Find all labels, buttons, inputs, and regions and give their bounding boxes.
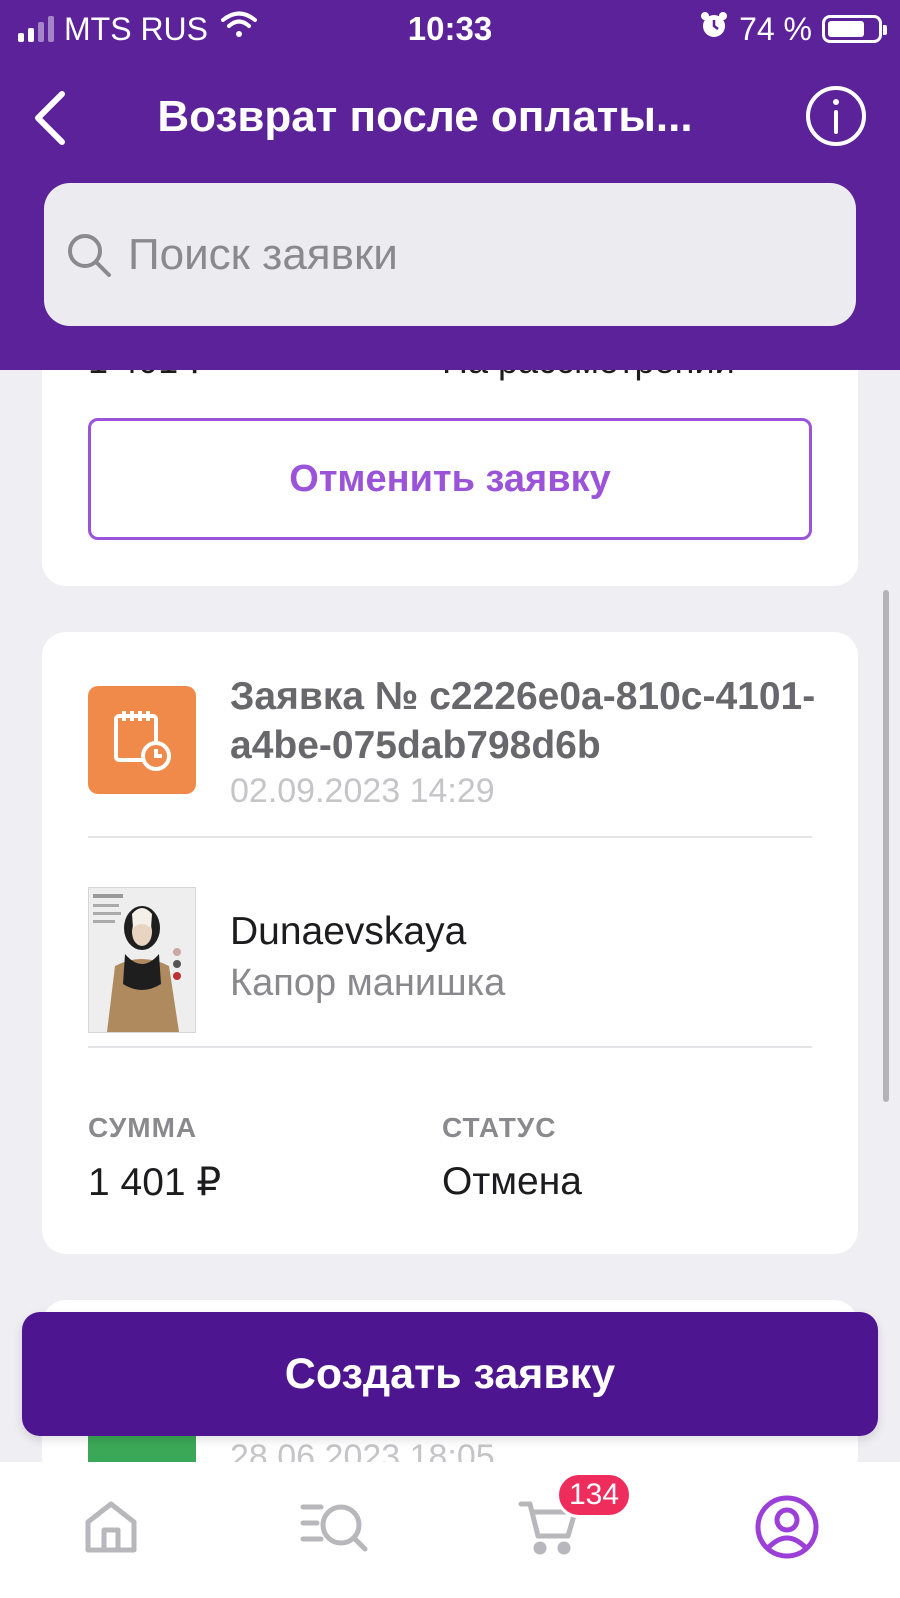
search-bar[interactable]: [44, 183, 856, 326]
divider: [88, 1046, 812, 1048]
cancel-request-button[interactable]: Отменить заявку: [88, 418, 812, 540]
tab-bar: 134: [0, 1462, 900, 1598]
request-title: Заявка № c2226e0a-810c-4101-a4be-075dab7…: [230, 675, 816, 767]
battery-percent: 74 %: [739, 10, 812, 47]
tab-catalog[interactable]: [290, 1484, 380, 1570]
status-label: СТАТУС: [442, 1112, 557, 1143]
status-value: Отмена: [442, 1160, 582, 1203]
alarm-icon: [699, 10, 729, 48]
search-input[interactable]: [128, 229, 808, 280]
divider: [88, 836, 812, 838]
battery-icon: [822, 15, 887, 43]
product-thumbnail[interactable]: [88, 887, 196, 1033]
page-title: Возврат после оплаты...: [157, 92, 693, 141]
home-icon: [85, 1501, 137, 1553]
search-icon: [68, 233, 111, 277]
scrollbar[interactable]: [883, 590, 889, 1102]
sum-value: 1 401 ₽: [88, 1161, 222, 1204]
cart-badge: 134: [556, 1472, 633, 1518]
create-request-button[interactable]: Создать заявку: [22, 1312, 878, 1436]
product-brand: Dunaevskaya: [230, 910, 467, 953]
profile-icon: [755, 1495, 819, 1559]
request-date: 02.09.2023 14:29: [230, 772, 495, 810]
info-icon: [806, 86, 866, 146]
tab-profile[interactable]: [742, 1484, 832, 1570]
request-card[interactable]: Заявка № c2226e0a-810c-4101-a4be-075dab7…: [42, 632, 858, 1254]
status-bar: MTS RUS 10:33 74 %: [0, 0, 900, 60]
app-header: MTS RUS 10:33 74 % Возврат после оплаты.…: [0, 0, 900, 370]
info-button[interactable]: [804, 84, 868, 148]
sum-label: СУММА: [88, 1112, 198, 1143]
calendar-clock-icon: [88, 686, 196, 794]
catalog-search-icon: [300, 1504, 368, 1552]
product-name: Капор манишка: [230, 962, 506, 1004]
tab-home[interactable]: [66, 1484, 156, 1570]
